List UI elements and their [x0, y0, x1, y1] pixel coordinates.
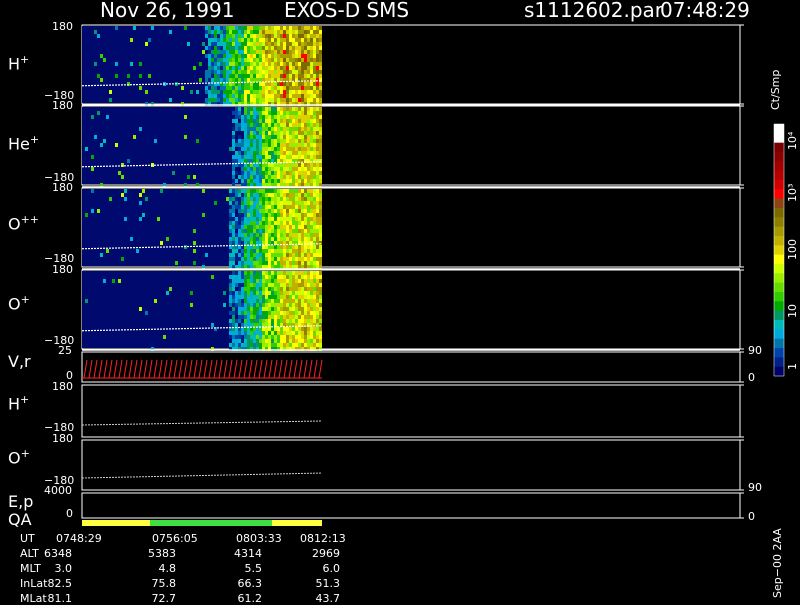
ephemeris-cell: 0756:05 — [152, 532, 198, 545]
colorbar-swatch — [774, 189, 784, 200]
colorbar-swatch — [774, 217, 784, 228]
tick-label: 180 — [52, 380, 73, 393]
colorbar-swatch — [774, 338, 784, 349]
right-tick-label: 90 — [748, 344, 762, 357]
panel-label-h-plus-2: H+ — [8, 393, 30, 414]
panel-label-o-plus: O+ — [8, 293, 30, 314]
colorbar-swatch — [774, 161, 784, 172]
panel-frame — [81, 384, 741, 438]
colorbar-swatch — [774, 292, 784, 302]
ephemeris-row-name: UT — [20, 532, 35, 545]
colorbar-swatch — [774, 208, 784, 218]
ephemeris-cell: 6.0 — [322, 562, 341, 575]
colorbar-label: 10³ — [786, 183, 799, 202]
ephemeris-cell: 0748:29 — [56, 532, 102, 545]
panel-label-o-plus-2: O+ — [8, 447, 30, 468]
ephemeris-cell: 75.8 — [151, 577, 177, 590]
ephemeris-cell: 0812:13 — [300, 532, 346, 545]
tick-label: 0 — [66, 507, 73, 520]
panel-frame — [81, 439, 741, 491]
right-tick-label: 0 — [748, 510, 755, 523]
colorbar-swatch — [774, 348, 784, 358]
colorbar-swatch — [774, 301, 784, 312]
right-tick-label: 90 — [748, 481, 762, 494]
colorbar-swatch — [774, 264, 784, 274]
colorbar-swatch — [774, 198, 784, 209]
ephemeris-cell: 61.2 — [237, 592, 263, 605]
spectrogram-plot — [81, 24, 785, 526]
ephemeris-cell: 4.8 — [158, 562, 177, 575]
colorbar-label: 100 — [786, 239, 799, 260]
tick-label: 4000 — [44, 484, 72, 497]
o-plusplus-spectrogram — [81, 189, 323, 269]
colorbar-unit: Ct/Smp — [769, 69, 782, 110]
panel-frame — [81, 492, 741, 519]
ephemeris-cell: 5383 — [148, 547, 176, 560]
tick-label: 25 — [58, 344, 72, 357]
tick-label: 180 — [52, 181, 73, 194]
colorbar-swatch — [774, 329, 784, 340]
colorbar-label: 10 — [786, 304, 799, 318]
colorbar-swatch — [774, 245, 784, 256]
h-plus-spectrogram — [81, 26, 323, 106]
ephemeris-cell: 2969 — [312, 547, 340, 560]
colorbar-swatch — [774, 273, 784, 284]
colorbar-swatch — [774, 282, 784, 293]
colorbar-swatch — [774, 366, 784, 377]
panel-label-ep: E,p — [8, 492, 34, 511]
colorbar-swatch — [774, 357, 784, 368]
tick-label: 180 — [52, 263, 73, 276]
ephemeris-cell: 4314 — [234, 547, 262, 560]
colorbar-swatch — [774, 254, 784, 265]
colorbar-swatch — [774, 310, 784, 321]
colorbar-label: 1 — [786, 363, 799, 370]
colorbar-swatch — [774, 170, 784, 181]
ephemeris-cell: 6348 — [44, 547, 72, 560]
panel-label-o-plusplus: O++ — [8, 213, 40, 234]
panel-label-he-plus: He+ — [8, 133, 40, 154]
qa-segment — [82, 520, 150, 526]
ephemeris-cell: 66.3 — [237, 577, 263, 590]
ephemeris-cell: 81.1 — [47, 592, 73, 605]
colorbar-swatch — [774, 152, 784, 162]
qa-segment — [150, 520, 272, 526]
ephemeris-cell: 0803:33 — [236, 532, 282, 545]
colorbar-label: 10⁴ — [786, 131, 799, 150]
he-plus-spectrogram — [81, 107, 323, 187]
panel-label-h-plus: H+ — [8, 53, 30, 74]
ephemeris-cell: 82.5 — [47, 577, 73, 590]
ephemeris-cell: 5.5 — [244, 562, 263, 575]
colorbar-swatch — [774, 320, 784, 330]
colorbar-swatch — [774, 124, 784, 134]
colorbar-swatch — [774, 226, 784, 237]
colorbar-swatch — [774, 133, 784, 144]
ephemeris-cell: 3.0 — [54, 562, 73, 575]
right-tick-label: 0 — [748, 371, 755, 384]
qa-segment — [272, 520, 322, 526]
qa-label: QA — [8, 510, 32, 529]
colorbar-swatch — [774, 142, 784, 153]
tick-label: 180 — [52, 20, 73, 33]
ephemeris-cell: 43.7 — [315, 592, 341, 605]
panel-label-vr: V,r — [8, 352, 31, 371]
footer-side-label: Sep−00 2AA — [771, 528, 784, 598]
colorbar-swatch — [774, 180, 784, 190]
ephemeris-cell: 51.3 — [315, 577, 341, 590]
tick-label: 180 — [52, 432, 73, 445]
colorbar-swatch — [774, 236, 784, 246]
o-plus-spectrogram — [81, 271, 323, 351]
ephemeris-cell: 72.7 — [151, 592, 177, 605]
tick-label: 180 — [52, 99, 73, 112]
